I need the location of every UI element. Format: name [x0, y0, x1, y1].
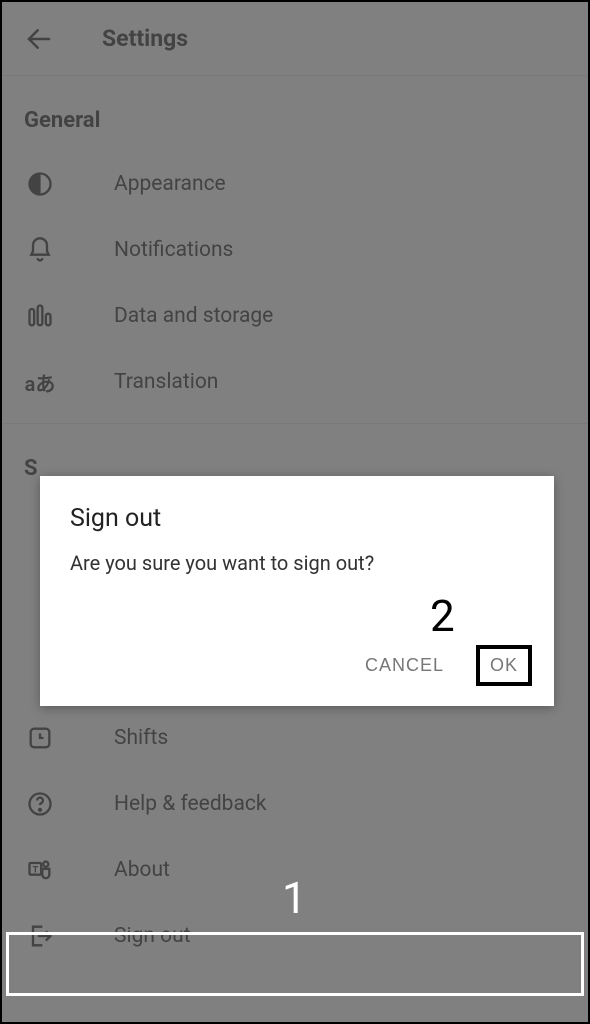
ok-highlight-box: OK [476, 645, 532, 686]
dialog-title: Sign out [70, 504, 524, 533]
cancel-button[interactable]: CANCEL [351, 645, 458, 686]
signout-dialog: Sign out Are you sure you want to sign o… [40, 476, 554, 706]
ok-button[interactable]: OK [490, 655, 518, 676]
dialog-actions: CANCEL OK [351, 645, 532, 686]
dialog-message: Are you sure you want to sign out? [70, 551, 524, 575]
